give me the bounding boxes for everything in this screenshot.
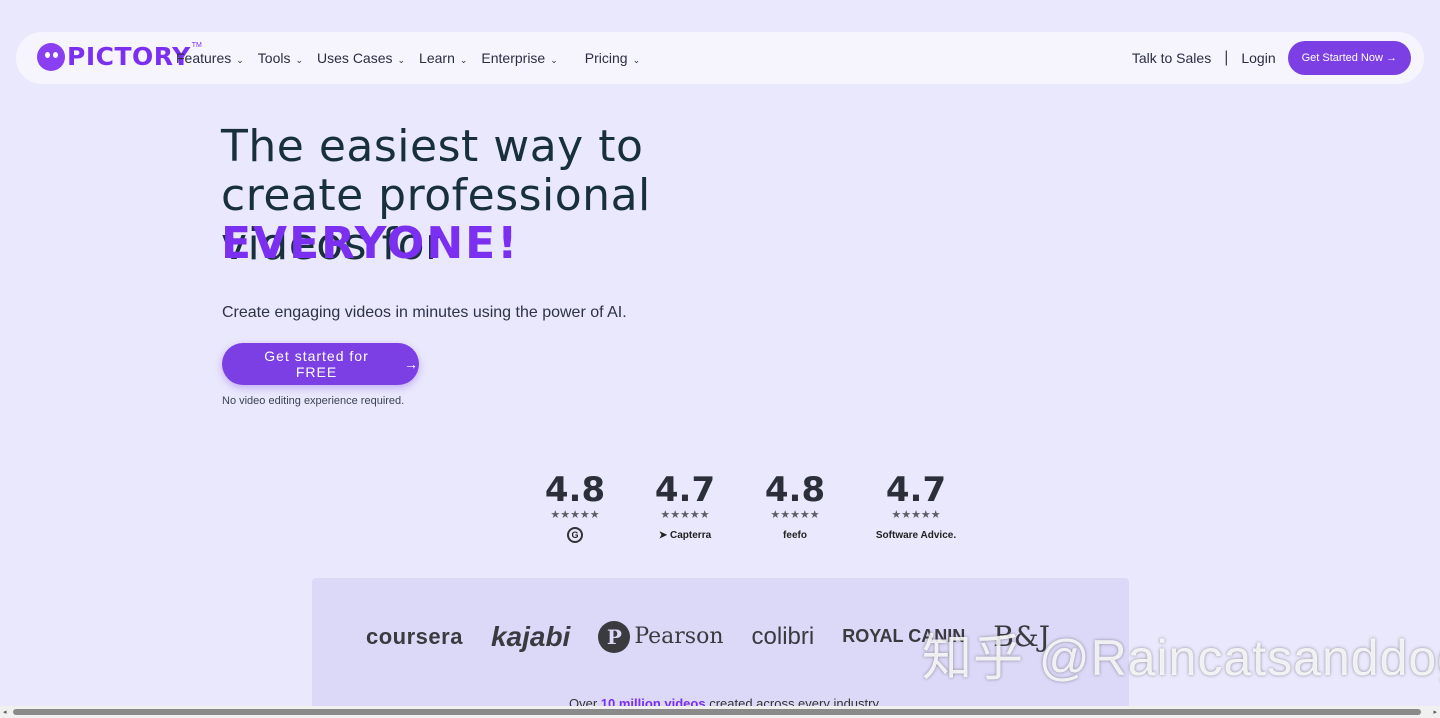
top-navbar: PICTORY TM Features ⌄ Tools ⌄ Uses Cases ⌄ … [16,32,1424,84]
star-rating-icon: ★★★★★ [891,509,941,521]
menu-label: Features [176,50,232,66]
feefo-name: feefo [783,529,807,541]
chevron-down-icon: ⌄ [632,54,641,65]
hero-accent-text: EVERYONE! [221,218,520,269]
pearson-name: Pearson [634,624,724,649]
star-rating-icon: ★★★★★ [550,509,600,521]
menu-enterprise[interactable]: Enterprise ⌄ [481,50,557,66]
chevron-down-icon: ⌄ [236,54,244,65]
cta-label: Get started for FREE [264,348,369,380]
menu-label: Learn [419,50,455,66]
menu-learn[interactable]: Learn ⌄ [419,50,467,66]
no-experience-note: No video editing experience required. [222,395,405,407]
menu-use-cases[interactable]: Uses Cases ⌄ [317,50,405,66]
rating-g2: 4.8 ★★★★★ G [520,470,630,543]
ratings-row: 4.8 ★★★★★ G 4.7 ★★★★★ ➤ Capterra 4.8 ★★★… [520,470,976,543]
chevron-down-icon: ⌄ [397,54,406,65]
rating-score: 4.8 [764,470,826,510]
colibri-logo: colibri [751,622,815,650]
watermark-text: 知乎 @Raincatsanddogs [922,630,1440,686]
star-rating-icon: ★★★★★ [770,509,820,521]
star-rating-icon: ★★★★★ [660,509,710,521]
rating-score: 4.7 [885,470,947,510]
nav-actions: Talk to Sales | Login Get Started Now → [1132,41,1411,75]
pearson-logo: P Pearson [598,620,724,653]
menu-label: Tools [257,50,291,66]
trademark-mark: TM [191,42,202,49]
chevron-down-icon: ⌄ [550,54,558,65]
main-menu: Features ⌄ Tools ⌄ Uses Cases ⌄ Learn ⌄ Ente… [176,50,654,66]
arrow-right-icon: → [404,356,419,372]
get-started-free-button[interactable]: Get started for FREE → [222,343,419,385]
software-advice-name: Software Advice. [875,529,957,541]
scroll-right-icon[interactable]: ▸ [1433,708,1437,716]
chevron-down-icon: ⌄ [295,54,304,65]
menu-label: Uses Cases [317,50,393,66]
rating-capterra: 4.7 ★★★★★ ➤ Capterra [630,470,740,543]
scroll-left-icon[interactable]: ◂ [3,708,7,716]
g2-logo: G [567,527,583,543]
horizontal-scrollbar[interactable]: ◂ ▸ [0,706,1440,718]
menu-features[interactable]: Features ⌄ [176,50,244,66]
g2-icon: G [567,527,583,543]
brand-name: PICTORY [67,42,191,71]
kajabi-logo: kajabi [490,620,571,652]
capterra-name: Capterra [670,529,712,541]
capterra-logo: ➤ Capterra [659,527,711,543]
rating-score: 4.8 [544,470,606,510]
rating-score: 4.7 [654,470,716,510]
login-link[interactable]: Login [1241,50,1275,66]
nav-separator: | [1224,49,1229,66]
octopus-icon [37,42,65,71]
rating-software-advice: 4.7 ★★★★★ Software Advice. [856,470,976,543]
menu-label: Enterprise [481,50,546,66]
menu-tools[interactable]: Tools ⌄ [258,50,303,66]
pearson-icon: P [598,620,631,653]
menu-label: Pricing [584,50,628,66]
get-started-now-button[interactable]: Get Started Now → [1287,41,1411,75]
scrollbar-thumb[interactable] [13,709,1421,715]
hero-subtitle: Create engaging videos in minutes using … [222,304,627,321]
menu-pricing[interactable]: Pricing ⌄ [585,50,640,66]
chevron-down-icon: ⌄ [459,54,468,65]
capterra-icon: ➤ [658,529,668,541]
rating-feefo: 4.8 ★★★★★ feefo [740,470,850,543]
software-advice-logo: Software Advice. [876,527,956,543]
feefo-logo: feefo [783,527,807,543]
talk-to-sales-link[interactable]: Talk to Sales [1132,50,1211,66]
coursera-logo: coursera [366,623,463,649]
